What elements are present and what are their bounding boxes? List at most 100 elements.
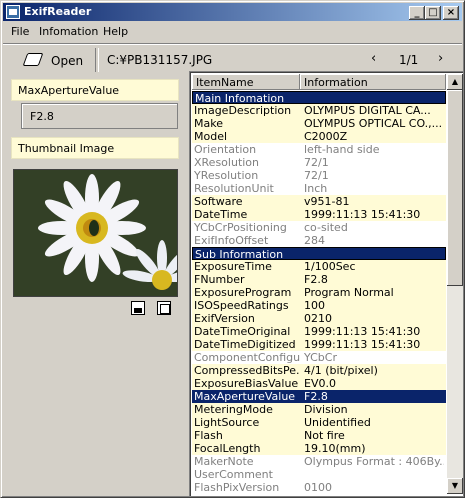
save-icon[interactable] — [131, 301, 145, 315]
table-row[interactable]: FlashPixVersion 0100 — [192, 481, 446, 491]
information-cell: co-sited — [304, 221, 348, 234]
table-row[interactable]: MaxApertureValue F2.8 — [192, 390, 446, 403]
information-cell: 4/1 (bit/pixel) — [304, 364, 378, 377]
item-name-cell: FNumber — [194, 273, 245, 286]
vertical-scrollbar[interactable]: ▲ ▼ — [447, 74, 463, 494]
menu-infomation[interactable]: Infomation — [39, 25, 98, 38]
information-cell: Division — [304, 403, 348, 416]
item-name-cell: MeteringMode — [194, 403, 273, 416]
section-header-row[interactable]: Main Infomation — [192, 91, 446, 104]
section-header-row[interactable]: Sub Information — [192, 247, 446, 260]
title-bar: ExifReader _ □ × — [3, 3, 462, 21]
page-indicator: 1/1 — [399, 53, 419, 67]
next-button[interactable]: › — [438, 51, 443, 66]
table-row[interactable]: ImageDescription OLYMPUS DIGITAL CA... — [192, 104, 446, 117]
scroll-up-button[interactable]: ▲ — [447, 74, 463, 90]
table-row[interactable]: FNumber F2.8 — [192, 273, 446, 286]
table-row[interactable]: ExifInfoOffset 284 — [192, 234, 446, 247]
item-name-cell: ExposureProgram — [194, 286, 292, 299]
item-name-cell: ExifInfoOffset — [194, 234, 269, 247]
menu-file[interactable]: File — [11, 25, 29, 38]
table-row[interactable]: YResolution 72/1 — [192, 169, 446, 182]
copy-icon[interactable] — [157, 301, 171, 315]
table-row[interactable]: ISOSpeedRatings 100 — [192, 299, 446, 312]
menu-bar: File Infomation Help — [3, 22, 462, 40]
table-row[interactable]: ComponentConfigu... YCbCr — [192, 351, 446, 364]
information-cell: 100 — [304, 299, 325, 312]
thumbnail-label-box: Thumbnail Image — [11, 137, 179, 159]
menu-help[interactable]: Help — [103, 25, 128, 38]
table-row[interactable]: Software v951-81 — [192, 195, 446, 208]
table-row[interactable]: ExifVersion 0210 — [192, 312, 446, 325]
item-name-cell: LightSource — [194, 416, 260, 429]
table-row[interactable]: XResolution 72/1 — [192, 156, 446, 169]
thumbnail-image — [13, 169, 178, 297]
minimize-button[interactable]: _ — [409, 6, 425, 20]
table-row[interactable]: DateTimeOriginal 1999:11:13 15:41:30 — [192, 325, 446, 338]
maximize-button[interactable]: □ — [425, 6, 441, 20]
table-row[interactable]: DateTimeDigitized 1999:11:13 15:41:30 — [192, 338, 446, 351]
file-path: C:¥PB131157.JPG — [107, 53, 213, 67]
information-cell: 72/1 — [304, 169, 329, 182]
item-name-cell: FlashPixVersion — [194, 481, 280, 491]
toolbar-separator — [95, 48, 99, 72]
table-row[interactable]: Flash Not fire — [192, 429, 446, 442]
scrollbar-thumb[interactable] — [447, 90, 463, 286]
information-cell: 0100 — [304, 481, 332, 491]
prev-button[interactable]: ‹ — [371, 51, 376, 66]
information-cell: C2000Z — [304, 130, 348, 143]
column-header-information[interactable]: Information — [300, 74, 446, 90]
table-row[interactable]: Orientation left-hand side — [192, 143, 446, 156]
item-name-cell: ExposureTime — [194, 260, 272, 273]
field-label: MaxApertureValue — [18, 84, 120, 97]
column-header-label: Information — [304, 76, 368, 89]
item-name-cell: MaxApertureValue — [194, 390, 296, 403]
item-name-cell: ExifVersion — [194, 312, 255, 325]
table-row[interactable]: ResolutionUnit Inch — [192, 182, 446, 195]
table-row[interactable]: Make OLYMPUS OPTICAL CO.,... — [192, 117, 446, 130]
table-row[interactable]: ExposureTime 1/100Sec — [192, 260, 446, 273]
table-row[interactable]: UserComment — [192, 468, 446, 481]
table-row[interactable]: DateTime 1999:11:13 15:41:30 — [192, 208, 446, 221]
item-name-cell: Orientation — [194, 143, 257, 156]
information-cell: left-hand side — [304, 143, 380, 156]
item-name-cell: Flash — [194, 429, 223, 442]
item-name-cell: ExposureBiasValue — [194, 377, 299, 390]
table-row[interactable]: ExposureProgram Program Normal — [192, 286, 446, 299]
item-name-cell: ISOSpeedRatings — [194, 299, 289, 312]
field-value: F2.8 — [30, 110, 54, 123]
table-row[interactable]: LightSource Unidentified — [192, 416, 446, 429]
item-name-cell: Make — [194, 117, 223, 130]
item-name-cell: MakerNote — [194, 455, 254, 468]
information-cell: EV0.0 — [304, 377, 336, 390]
open-label: Open — [51, 54, 84, 68]
table-row[interactable]: ExposureBiasValue EV0.0 — [192, 377, 446, 390]
information-cell: 72/1 — [304, 156, 329, 169]
field-label-box: MaxApertureValue — [11, 79, 179, 101]
table-row[interactable]: CompressedBitsPe... 4/1 (bit/pixel) — [192, 364, 446, 377]
information-cell: OLYMPUS DIGITAL CA... — [304, 104, 431, 117]
information-cell: 284 — [304, 234, 325, 247]
table-row[interactable]: MeteringMode Division — [192, 403, 446, 416]
information-cell: F2.8 — [304, 273, 328, 286]
information-cell: v951-81 — [304, 195, 350, 208]
table-header: ItemName Information — [192, 74, 446, 90]
column-header-itemname[interactable]: ItemName — [192, 74, 300, 90]
item-name-cell: YResolution — [194, 169, 259, 182]
thumbnail-label: Thumbnail Image — [18, 142, 115, 155]
open-button[interactable]: Open — [13, 48, 85, 70]
table-row[interactable]: Model C2000Z — [192, 130, 446, 143]
item-name-cell: UserComment — [194, 468, 273, 481]
item-name-cell: Main Infomation — [195, 92, 285, 104]
information-cell: Program Normal — [304, 286, 394, 299]
close-button[interactable]: × — [443, 6, 459, 20]
table-row[interactable]: MakerNote Olympus Format : 406By... — [192, 455, 446, 468]
item-name-cell: DateTime — [194, 208, 248, 221]
item-name-cell: Sub Information — [195, 248, 284, 260]
column-header-label: ItemName — [196, 76, 254, 89]
table-row[interactable]: YCbCrPositioning co-sited — [192, 221, 446, 234]
information-cell: OLYMPUS OPTICAL CO.,... — [304, 117, 443, 130]
information-cell: 1999:11:13 15:41:30 — [304, 338, 421, 351]
scroll-down-button[interactable]: ▼ — [447, 478, 463, 494]
table-row[interactable]: FocalLength 19.10(mm) — [192, 442, 446, 455]
